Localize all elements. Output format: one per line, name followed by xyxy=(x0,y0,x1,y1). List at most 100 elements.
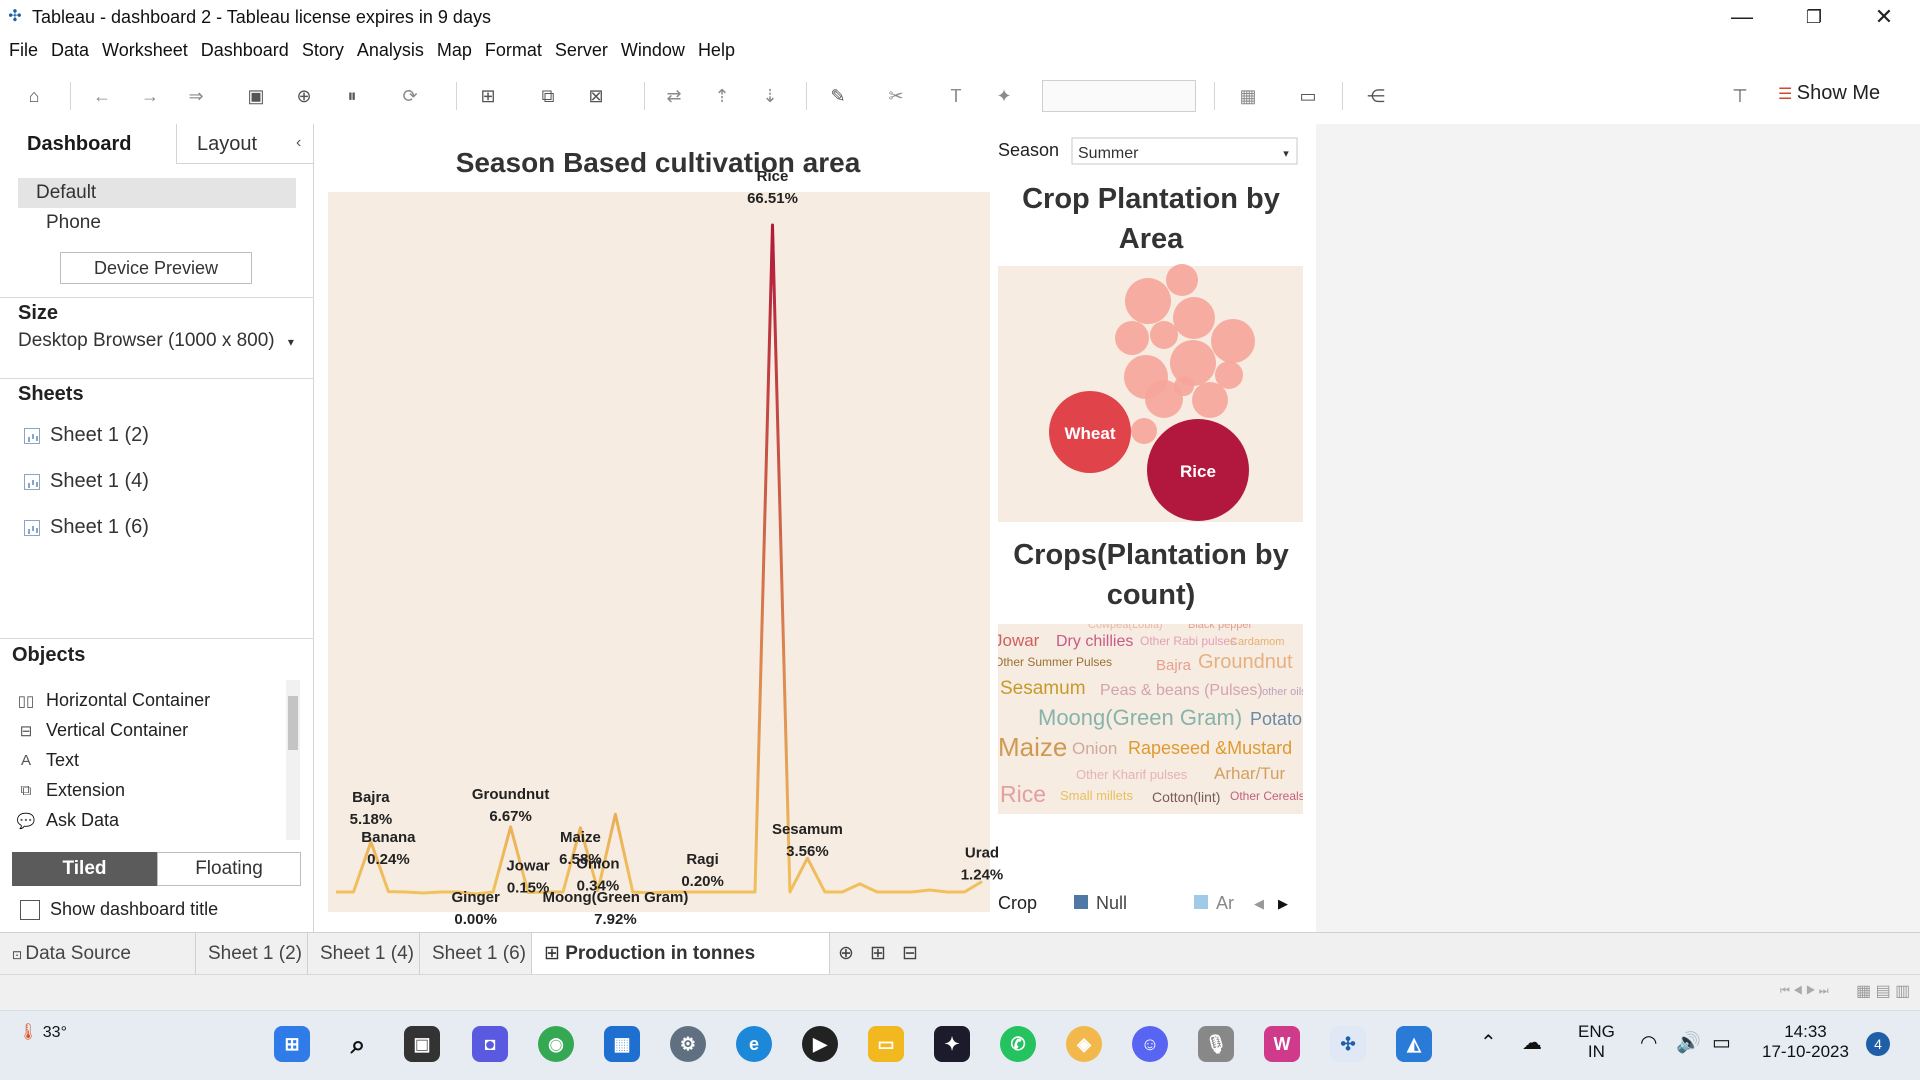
menu-server[interactable]: Server xyxy=(555,40,608,61)
show-me-button[interactable]: ☰ Show Me xyxy=(1778,82,1880,105)
word-cloud-word[interactable]: Peas & beans (Pulses) xyxy=(1100,682,1263,699)
word-cloud-word[interactable]: Bajra xyxy=(1156,657,1192,674)
tab-data-source[interactable]: ⊡ Data Source xyxy=(0,933,196,975)
view-toggle-icons[interactable]: ▦ ▤ ▥ xyxy=(1856,981,1910,1001)
discord-icon[interactable]: ☺ xyxy=(1132,1026,1168,1062)
word-cloud-word[interactable]: Cardamom xyxy=(1230,636,1284,648)
vpn-icon[interactable]: ◈ xyxy=(1066,1026,1102,1062)
word-cloud-word[interactable]: Other Rabi pulses xyxy=(1140,634,1236,648)
menu-dashboard[interactable]: Dashboard xyxy=(201,40,289,61)
objects-scroll-thumb[interactable] xyxy=(288,696,298,750)
highlight-icon[interactable]: ✎ xyxy=(826,84,850,108)
word-cloud-word[interactable]: Groundnut xyxy=(1198,651,1293,673)
wifi-icon[interactable]: ◠ xyxy=(1640,1030,1657,1055)
task-view-icon[interactable]: ▣ xyxy=(404,1026,440,1062)
collapse-pane-icon[interactable]: ‹ xyxy=(296,134,301,152)
bubble[interactable] xyxy=(1131,418,1157,444)
microphone-icon[interactable]: 🎙 xyxy=(1198,1026,1234,1062)
object-vertical-container[interactable]: ⊟ Vertical Container xyxy=(16,720,188,741)
device-preview-button[interactable]: Device Preview xyxy=(60,252,252,284)
bubble[interactable] xyxy=(1174,376,1194,396)
fit-dropdown[interactable] xyxy=(1042,80,1196,112)
show-hidden-icons[interactable]: ⌃ xyxy=(1480,1030,1497,1055)
menu-window[interactable]: Window xyxy=(621,40,685,61)
chrome-icon[interactable]: ◉ xyxy=(538,1026,574,1062)
duplicate-icon[interactable]: ⧉ xyxy=(536,84,560,108)
onedrive-icon[interactable]: ☁ xyxy=(1522,1030,1542,1055)
device-default[interactable]: Default xyxy=(18,178,296,208)
menu-data[interactable]: Data xyxy=(51,40,89,61)
redo-icon[interactable]: → xyxy=(138,84,162,108)
wps-office-icon[interactable]: W xyxy=(1264,1026,1300,1062)
show-title-checkbox[interactable] xyxy=(20,900,40,920)
legend-next-icon[interactable]: ▶ xyxy=(1278,897,1288,912)
menu-help[interactable]: Help xyxy=(698,40,735,61)
tab-layout[interactable]: Layout xyxy=(176,124,314,164)
bubble[interactable] xyxy=(1173,297,1215,339)
presentation-mode-icon[interactable]: ▭ xyxy=(1296,84,1320,108)
legend-item-null[interactable]: Null xyxy=(1096,893,1127,913)
bubble[interactable] xyxy=(1211,319,1255,363)
clock[interactable]: 14:33 17-10-2023 xyxy=(1762,1022,1849,1062)
labels-icon[interactable]: T xyxy=(944,84,968,108)
menu-format[interactable]: Format xyxy=(485,40,542,61)
bubble[interactable] xyxy=(1150,321,1178,349)
word-cloud-word[interactable]: Small millets xyxy=(1060,788,1133,803)
whatsapp-icon[interactable]: ✆ xyxy=(1000,1026,1036,1062)
bubble[interactable] xyxy=(1125,278,1171,324)
menu-story[interactable]: Story xyxy=(302,40,344,61)
tab-navigation-icons[interactable]: ⏮ ◀ ▶ ⏭ xyxy=(1780,985,1829,998)
word-cloud-word[interactable]: Other Cereals xyxy=(1230,789,1305,803)
menu-analysis[interactable]: Analysis xyxy=(357,40,424,61)
format-painter-icon[interactable]: ⊤ xyxy=(1728,84,1752,108)
show-cards-icon[interactable]: ▦ xyxy=(1236,84,1260,108)
replay-icon[interactable]: ⇒ xyxy=(184,84,208,108)
edge-icon[interactable]: e xyxy=(736,1026,772,1062)
menu-file[interactable]: File xyxy=(9,40,38,61)
word-cloud-word[interactable]: Sesamum xyxy=(1000,678,1086,699)
device-phone[interactable]: Phone xyxy=(18,208,296,238)
notification-badge[interactable]: 4 xyxy=(1866,1032,1890,1056)
word-cloud-word[interactable]: Dry chillies xyxy=(1056,633,1133,650)
sheet-item[interactable]: Sheet 1 (4) xyxy=(24,470,149,493)
undo-icon[interactable]: ← xyxy=(90,84,114,108)
bubble[interactable] xyxy=(1115,321,1149,355)
word-cloud-word[interactable]: Rapeseed &Mustard xyxy=(1128,738,1292,758)
word-cloud-word[interactable]: Arhar/Tur xyxy=(1214,764,1286,783)
bubble[interactable] xyxy=(1166,264,1198,296)
share-icon[interactable]: ⋲ xyxy=(1364,84,1388,108)
sheet-item[interactable]: Sheet 1 (2) xyxy=(24,424,149,447)
start-icon[interactable]: ⊞ xyxy=(274,1026,310,1062)
floating-button[interactable]: Floating xyxy=(157,852,301,886)
tab-dashboard[interactable]: Dashboard xyxy=(0,124,176,164)
close-icon[interactable]: ✕ xyxy=(1848,0,1920,34)
sort-descending-icon[interactable]: ⇣ xyxy=(758,84,782,108)
pause-updates-icon[interactable]: ⏸ xyxy=(340,84,364,108)
bubble[interactable] xyxy=(1192,382,1228,418)
word-cloud-word[interactable]: Black pepper xyxy=(1188,619,1253,631)
volume-icon[interactable]: 🔊 xyxy=(1676,1030,1701,1055)
settings-gear-icon[interactable]: ⚙ xyxy=(670,1026,706,1062)
media-player-icon[interactable]: ▶ xyxy=(802,1026,838,1062)
app-icon[interactable]: ✦ xyxy=(934,1026,970,1062)
tiled-button[interactable]: Tiled xyxy=(12,852,157,886)
size-dropdown[interactable]: Desktop Browser (1000 x 800) ▾ xyxy=(18,330,294,352)
new-dashboard-tab-icon[interactable]: ⊞ xyxy=(862,933,894,975)
language-indicator[interactable]: ENG IN xyxy=(1578,1022,1615,1062)
new-data-source-icon[interactable]: ⊕ xyxy=(292,84,316,108)
word-cloud-word[interactable]: Maize xyxy=(998,732,1067,762)
photos-icon[interactable]: ◭ xyxy=(1396,1026,1432,1062)
minimize-icon[interactable]: — xyxy=(1706,0,1778,34)
fix-axes-icon[interactable]: ✦ xyxy=(992,84,1016,108)
clear-sheet-icon[interactable]: ⊠ xyxy=(584,84,608,108)
word-cloud-word[interactable]: Other Kharif pulses xyxy=(1076,767,1188,782)
weather-widget[interactable]: 🌡 33° xyxy=(18,1022,67,1042)
word-cloud-word[interactable]: Moong(Green Gram) xyxy=(1038,705,1242,730)
save-icon[interactable]: ▣ xyxy=(244,84,268,108)
object-text[interactable]: A Text xyxy=(16,750,79,771)
search-icon[interactable]: ⌕ xyxy=(340,1026,376,1062)
menu-map[interactable]: Map xyxy=(437,40,472,61)
home-icon[interactable]: ⌂ xyxy=(22,84,46,108)
swap-icon[interactable]: ⇄ xyxy=(662,84,686,108)
tab-sheet-1-6[interactable]: Sheet 1 (6) xyxy=(420,933,532,975)
